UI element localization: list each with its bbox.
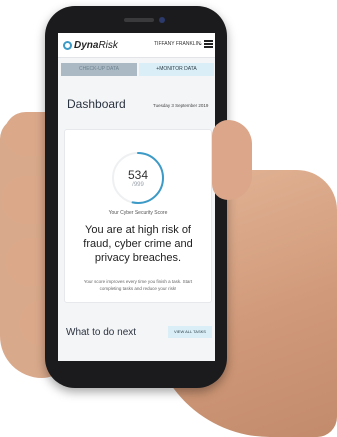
brand-name-bold: Dyna: [74, 39, 99, 51]
phone-screen: DynaRisk TIFFANY FRANKLIN ⌄ CHECK-UP DAT…: [58, 33, 215, 361]
chevron-down-icon[interactable]: ⌄: [198, 40, 203, 47]
user-name[interactable]: TIFFANY FRANKLIN: [154, 41, 201, 47]
brand-logo[interactable]: DynaRisk: [63, 39, 118, 51]
phone-device: DynaRisk TIFFANY FRANKLIN ⌄ CHECK-UP DAT…: [45, 6, 227, 388]
score-max: /999: [132, 182, 144, 188]
risk-message: You are at high risk of fraud, cyber cri…: [83, 224, 193, 264]
section-title-todo: What to do next: [66, 327, 137, 338]
hand-thumb: [212, 120, 252, 200]
score-value: 534: [127, 168, 149, 182]
phone-speaker: [124, 18, 154, 22]
tab-check-up-data[interactable]: CHECK-UP DATA: [61, 63, 137, 76]
score-card: 534 /999 Your Cyber Security Score You a…: [64, 129, 212, 303]
tab-monitor-data[interactable]: +MONITOR DATA: [139, 63, 214, 76]
score-label: Your Cyber Security Score: [108, 210, 168, 216]
brand-name-light: Risk: [98, 39, 118, 51]
current-date: Tuesday 3 September 2019: [153, 103, 209, 108]
view-all-tasks-button[interactable]: VIEW ALL TASKS: [168, 326, 212, 338]
hamburger-menu-icon[interactable]: [204, 40, 213, 48]
score-hint: Your score improves every time you finis…: [83, 279, 193, 291]
top-bar: DynaRisk TIFFANY FRANKLIN ⌄: [58, 33, 215, 58]
phone-camera: [159, 17, 165, 23]
page-title: Dashboard: [67, 97, 126, 111]
logo-ring-icon: [63, 40, 72, 50]
data-tabs: CHECK-UP DATA +MONITOR DATA: [58, 63, 215, 77]
